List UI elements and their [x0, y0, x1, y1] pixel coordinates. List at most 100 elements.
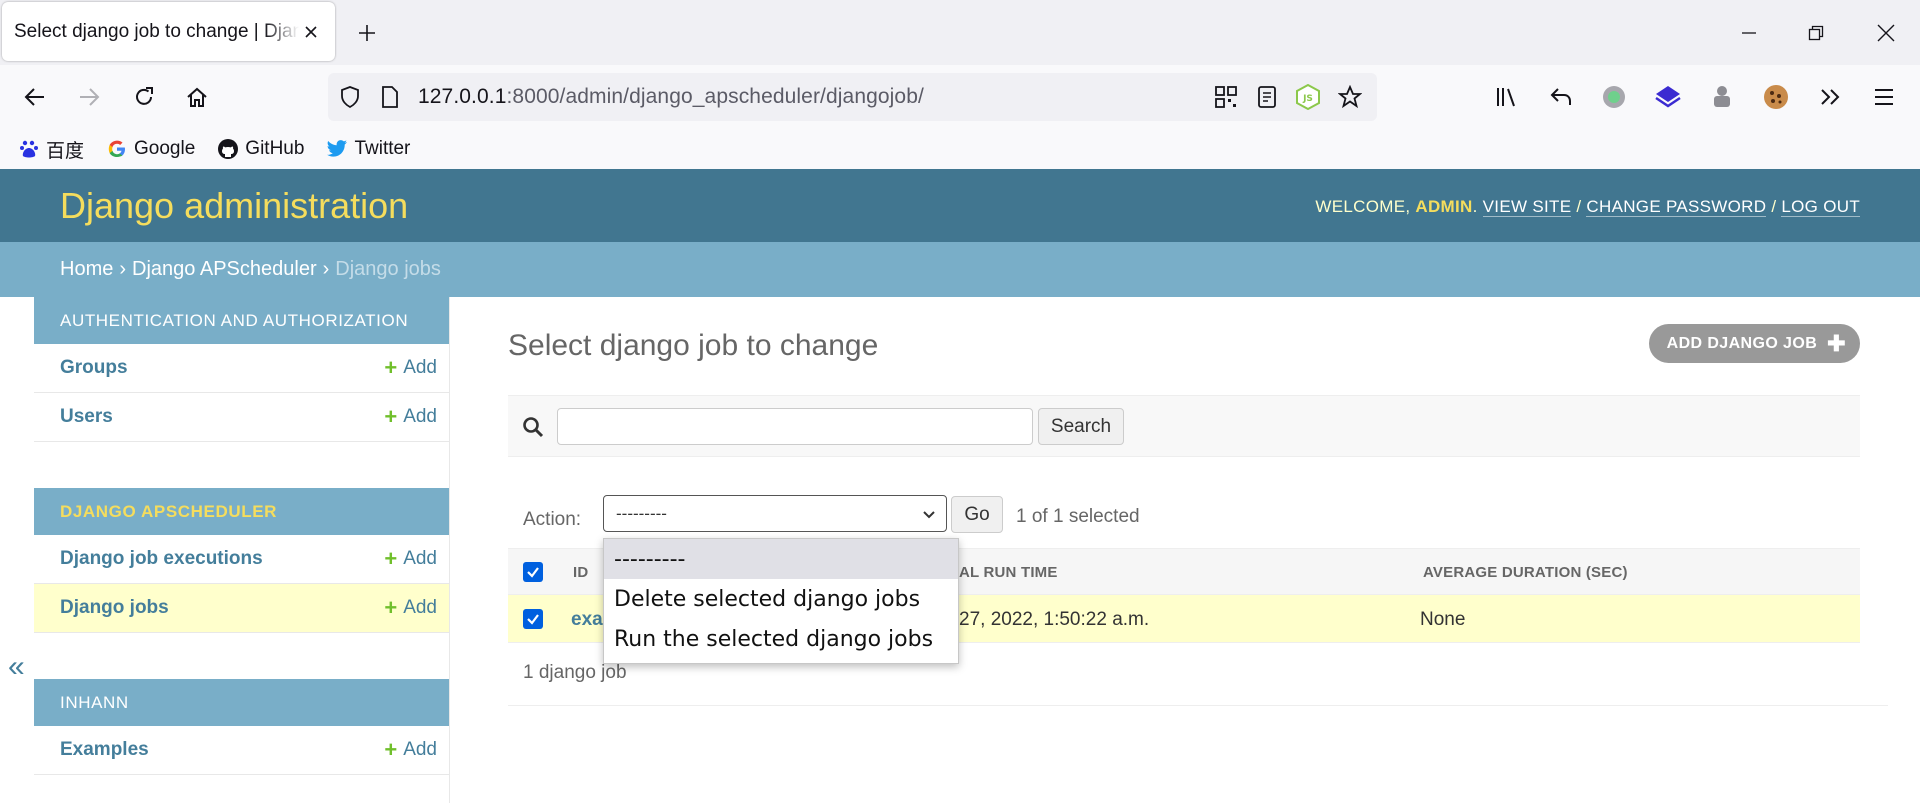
change-password-link[interactable]: CHANGE PASSWORD: [1586, 197, 1767, 217]
bookmark-star-icon[interactable]: [1336, 83, 1364, 111]
breadcrumb-home[interactable]: Home: [60, 258, 113, 281]
model-link-examples[interactable]: Examples: [60, 739, 149, 761]
close-window-icon[interactable]: [1871, 18, 1901, 48]
back-icon[interactable]: [19, 81, 51, 113]
model-link-job-executions[interactable]: Django job executions: [60, 548, 263, 570]
restore-icon[interactable]: [1801, 18, 1831, 48]
add-icon: +: [384, 355, 398, 380]
svg-text:JS: JS: [1302, 94, 1313, 104]
extension-circle-icon[interactable]: [1598, 81, 1630, 113]
bookmark-label: GitHub: [245, 138, 305, 159]
breadcrumb: Home › Django APScheduler › Django jobs: [0, 242, 1920, 297]
overflow-chevrons-icon[interactable]: [1814, 81, 1846, 113]
qr-code-icon[interactable]: [1212, 83, 1240, 111]
app-caption-inhann[interactable]: INHANN: [34, 679, 449, 726]
baidu-icon: [18, 138, 40, 160]
breadcrumb-separator: ›: [322, 258, 330, 280]
breadcrumb-separator: ›: [119, 258, 127, 280]
nav-sidebar: AUTHENTICATION AND AUTHORIZATION Groups …: [34, 297, 450, 803]
search-input[interactable]: [557, 408, 1033, 445]
bookmark-github[interactable]: GitHub: [217, 138, 304, 160]
page-title: Select django job to change: [508, 329, 879, 362]
sidebar-item-django-jobs: Django jobs + Add: [34, 584, 449, 633]
new-tab-icon[interactable]: [352, 18, 382, 48]
sidebar-collapse-toggle[interactable]: «: [8, 650, 25, 684]
bookmark-google[interactable]: Google: [106, 138, 195, 160]
model-link-groups[interactable]: Groups: [60, 357, 128, 379]
breadcrumb-current: Django jobs: [335, 258, 441, 280]
action-option-blank[interactable]: ---------: [604, 539, 958, 579]
reader-view-icon[interactable]: [1253, 83, 1281, 111]
add-button-label: ADD DJANGO JOB: [1666, 334, 1818, 352]
action-selected-value: ---------: [616, 503, 667, 523]
tab-title: Select django job to change | Django sit…: [14, 20, 299, 42]
tab-close-icon[interactable]: [299, 20, 323, 44]
app-caption-apscheduler[interactable]: DJANGO APSCHEDULER: [34, 488, 449, 535]
search-button[interactable]: Search: [1038, 408, 1124, 445]
url-text[interactable]: 127.0.0.1:8000/admin/django_apscheduler/…: [418, 85, 924, 109]
shield-icon[interactable]: [336, 83, 364, 111]
add-job-execution-link[interactable]: + Add: [384, 548, 437, 570]
add-groups-link[interactable]: + Add: [384, 357, 437, 379]
row-checkbox[interactable]: [523, 609, 543, 629]
bookmark-label: Google: [134, 138, 196, 159]
add-django-job-button[interactable]: ADD DJANGO JOB ✚: [1648, 324, 1860, 363]
admin-header: Django administration WELCOME, ADMIN. VI…: [0, 169, 1920, 242]
google-icon: [106, 138, 128, 160]
row-id-link[interactable]: exa: [571, 609, 603, 631]
browser-tabstrip: Select django job to change | Django sit…: [0, 0, 1920, 65]
extension-layers-icon[interactable]: [1652, 81, 1684, 113]
forward-icon[interactable]: [73, 81, 105, 113]
log-out-link[interactable]: LOG OUT: [1781, 197, 1860, 217]
browser-tab[interactable]: Select django job to change | Django sit…: [2, 2, 335, 61]
bookmark-label: Twitter: [354, 138, 411, 159]
sidebar-item-examples: Examples + Add: [34, 726, 449, 775]
github-icon: [217, 138, 239, 160]
column-header-id[interactable]: ID: [573, 564, 588, 581]
separator: /: [1576, 197, 1582, 216]
library-icon[interactable]: [1491, 81, 1523, 113]
reload-icon[interactable]: [128, 81, 160, 113]
sidebar-item-groups: Groups + Add: [34, 344, 449, 393]
row-next-run-time: 27, 2022, 1:50:22 a.m.: [959, 609, 1150, 630]
bookmarks-bar: 百度 Google GitHub Twitter: [0, 129, 1920, 169]
bookmark-twitter[interactable]: Twitter: [326, 138, 410, 160]
minimize-icon[interactable]: [1734, 18, 1764, 48]
add-icon: +: [384, 546, 398, 571]
action-dropdown-list: --------- Delete selected django jobs Ru…: [603, 538, 959, 664]
username: ADMIN: [1415, 197, 1473, 216]
chevron-down-icon: [922, 506, 936, 526]
action-select[interactable]: ---------: [603, 495, 947, 532]
bookmark-label: 百度: [46, 140, 85, 162]
column-header-next-run-time[interactable]: AL RUN TIME: [959, 564, 1058, 581]
go-button[interactable]: Go: [951, 496, 1003, 533]
add-django-job-link[interactable]: + Add: [384, 597, 437, 619]
page-icon[interactable]: [376, 83, 404, 111]
plus-icon: ✚: [1827, 330, 1846, 356]
home-icon[interactable]: [181, 81, 213, 113]
model-link-users[interactable]: Users: [60, 406, 113, 428]
user-tools: WELCOME, ADMIN. VIEW SITE / CHANGE PASSW…: [1315, 197, 1860, 217]
undo-arrow-icon[interactable]: [1545, 81, 1577, 113]
action-option-delete[interactable]: Delete selected django jobs: [604, 579, 958, 619]
app-caption-auth[interactable]: AUTHENTICATION AND AUTHORIZATION: [34, 297, 449, 344]
add-example-link[interactable]: + Add: [384, 739, 437, 761]
hamburger-menu-icon[interactable]: [1868, 81, 1900, 113]
site-branding[interactable]: Django administration: [60, 185, 408, 227]
bookmark-baidu[interactable]: 百度: [18, 136, 84, 163]
model-link-django-jobs[interactable]: Django jobs: [60, 597, 169, 619]
action-option-run[interactable]: Run the selected django jobs: [604, 619, 958, 659]
view-site-link[interactable]: VIEW SITE: [1482, 197, 1572, 217]
add-icon: +: [384, 404, 398, 429]
url-bar[interactable]: 127.0.0.1:8000/admin/django_apscheduler/…: [328, 73, 1377, 121]
sidebar-item-users: Users + Add: [34, 393, 449, 442]
add-users-link[interactable]: + Add: [384, 406, 437, 428]
nodejs-extension-icon[interactable]: JS: [1294, 83, 1322, 111]
extension-robot-icon[interactable]: [1706, 81, 1738, 113]
selection-counter: 1 of 1 selected: [1016, 506, 1140, 527]
add-icon: +: [384, 737, 398, 762]
cookie-icon[interactable]: [1760, 81, 1792, 113]
select-all-checkbox[interactable]: [523, 562, 543, 582]
column-header-average-duration[interactable]: AVERAGE DURATION (SEC): [1423, 564, 1628, 581]
breadcrumb-app[interactable]: Django APScheduler: [132, 258, 317, 281]
